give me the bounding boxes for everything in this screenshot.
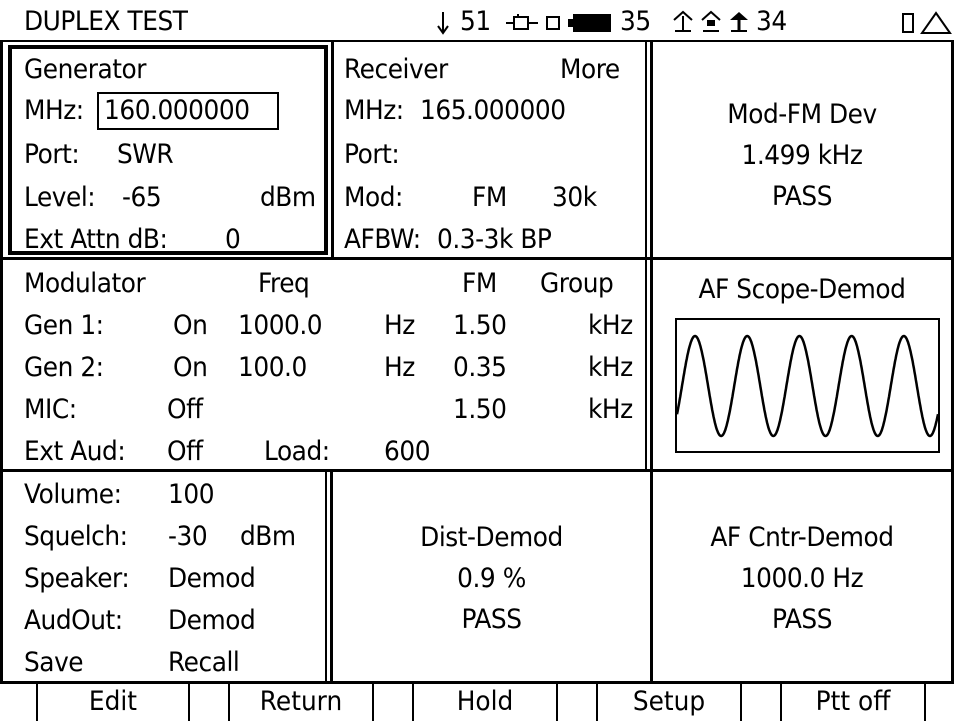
- modulator-load-label: Load:: [264, 436, 330, 467]
- generator-port-label: Port:: [24, 139, 80, 170]
- modulator-row-2-freq[interactable]: 100.0: [238, 354, 307, 381]
- speaker-value[interactable]: Demod: [168, 565, 256, 592]
- receiver-port-label: Port:: [344, 139, 400, 170]
- af-cntr-title: AF Cntr-Demod: [710, 522, 894, 553]
- modulator-row-2-freq-unit: Hz: [384, 352, 415, 383]
- modulator-freq-header: Freq: [258, 268, 310, 299]
- af-scope-waveform: [675, 334, 940, 438]
- modulator-ext-aud-value[interactable]: Off: [167, 438, 203, 465]
- modulator-row-1-freq[interactable]: 1000.0: [238, 312, 323, 339]
- modulator-row-1-state[interactable]: On: [173, 312, 208, 339]
- col-divider-r2a: [645, 258, 647, 470]
- af-scope-title: AF Scope-Demod: [698, 274, 906, 305]
- signal-icon-3: [730, 12, 748, 32]
- af-scope-frame: [675, 318, 940, 453]
- receiver-mhz-value[interactable]: 165.000000: [420, 97, 566, 124]
- battery-value: 35: [620, 6, 651, 37]
- signal-icon-1: [673, 10, 693, 32]
- connector-icon: [506, 14, 538, 30]
- mod-fm-dev-title: Mod-FM Dev: [727, 99, 877, 130]
- receiver-afbw-value[interactable]: 0.3-3k BP: [437, 226, 552, 253]
- down-arrow-icon: [437, 12, 449, 35]
- square-icon: [546, 16, 560, 30]
- modulator-row-2-name: Gen 2:: [24, 352, 104, 383]
- modulator-row-2-fm[interactable]: 0.35: [453, 354, 507, 381]
- dist-demod-value: 0.9 %: [457, 563, 526, 594]
- warning-triangle-icon: [920, 11, 952, 34]
- generator-mhz-label: MHz:: [24, 95, 84, 126]
- receiver-border-right: [645, 42, 647, 258]
- softkey-hold-label: Hold: [456, 686, 514, 717]
- af-cntr-status: PASS: [771, 604, 833, 635]
- generator-level-value[interactable]: -65: [122, 184, 162, 211]
- softkey-setup-label: Setup: [632, 686, 706, 717]
- generator-level-label: Level:: [24, 182, 96, 213]
- arrow-value: 51: [460, 6, 491, 37]
- softkey-edit[interactable]: Edit: [36, 683, 190, 721]
- receiver-mod-bw[interactable]: 30k: [552, 184, 597, 211]
- af-cntr-value: 1000.0 Hz: [740, 563, 864, 594]
- af-scope-display: [675, 318, 940, 453]
- screen-title: DUPLEX TEST: [24, 6, 188, 37]
- softkey-ptt-off-label: Ptt off: [815, 686, 891, 717]
- modulator-row-1-name: Gen 1:: [24, 310, 104, 341]
- generator-port-value[interactable]: SWR: [117, 141, 174, 168]
- modulator-row-2-fm-unit: kHz: [588, 352, 633, 383]
- squelch-value[interactable]: -30: [168, 523, 208, 550]
- squelch-unit: dBm: [240, 521, 296, 552]
- generator-ext-attn-label: Ext Attn dB:: [24, 224, 168, 255]
- mod-fm-dev-status: PASS: [771, 181, 833, 212]
- softkey-hold[interactable]: Hold: [412, 683, 558, 721]
- softkey-edit-label: Edit: [88, 686, 138, 717]
- receiver-more-button[interactable]: More: [560, 56, 620, 83]
- softkey-setup[interactable]: Setup: [596, 683, 742, 721]
- dist-demod-title: Dist-Demod: [420, 522, 563, 553]
- modulator-row-3-name: MIC:: [24, 394, 77, 425]
- receiver-mod-value[interactable]: FM: [472, 184, 507, 211]
- modulator-fm-header: FM: [462, 268, 497, 299]
- battery-icon: [568, 14, 611, 32]
- modulator-row-1-freq-unit: Hz: [384, 310, 415, 341]
- volume-label: Volume:: [24, 479, 122, 510]
- softkey-ptt-off[interactable]: Ptt off: [780, 683, 926, 721]
- modulator-group-header: Group: [540, 268, 614, 299]
- modulator-ext-aud-label: Ext Aud:: [24, 436, 126, 467]
- dist-demod-status: PASS: [461, 604, 522, 635]
- audout-label: AudOut:: [24, 605, 123, 636]
- generator-level-unit: dBm: [260, 182, 316, 213]
- empty-box-icon: [902, 13, 914, 33]
- softkey-return[interactable]: Return: [228, 683, 374, 721]
- generator-ext-attn-value[interactable]: 0: [225, 226, 241, 253]
- col-divider-r3a: [325, 472, 327, 682]
- generator-mhz-value: 160.000000: [104, 95, 250, 126]
- audout-value[interactable]: Demod: [168, 607, 256, 634]
- mod-fm-dev-value: 1.499 kHz: [741, 140, 863, 171]
- speaker-label: Speaker:: [24, 563, 130, 594]
- modulator-row-3-fm-unit: kHz: [588, 394, 633, 425]
- modulator-title: Modulator: [24, 268, 146, 299]
- recall-button[interactable]: Recall: [168, 649, 240, 676]
- modulator-row-1-fm-unit: kHz: [588, 310, 633, 341]
- modulator-load-value[interactable]: 600: [384, 438, 431, 465]
- modulator-row-2-state[interactable]: On: [173, 354, 208, 381]
- receiver-mod-label: Mod:: [344, 182, 403, 213]
- generator-title: Generator: [24, 54, 147, 85]
- signal-icon-2: [701, 10, 721, 32]
- receiver-mhz-label: MHz:: [344, 95, 404, 126]
- squelch-label: Squelch:: [24, 521, 128, 552]
- receiver-afbw-label: AFBW:: [344, 224, 421, 255]
- signal-value: 34: [756, 6, 787, 37]
- modulator-row-3-fm[interactable]: 1.50: [453, 396, 507, 423]
- modulator-row-1-fm[interactable]: 1.50: [453, 312, 507, 339]
- volume-value[interactable]: 100: [168, 481, 215, 508]
- receiver-title: Receiver: [344, 54, 448, 85]
- save-button[interactable]: Save: [24, 649, 84, 676]
- modulator-row-3-state[interactable]: Off: [167, 396, 203, 423]
- softkey-return-label: Return: [259, 686, 343, 717]
